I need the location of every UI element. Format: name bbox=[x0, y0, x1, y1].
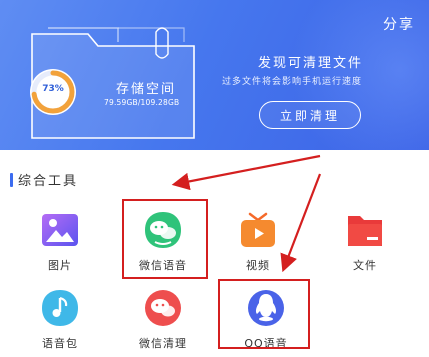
promo-title: 发现可清理文件 bbox=[258, 56, 364, 71]
section-accent-bar bbox=[10, 173, 13, 187]
tool-files[interactable]: 文件 bbox=[320, 210, 410, 280]
storage-title: 存储空间 bbox=[116, 82, 177, 97]
tool-voice-package[interactable]: 语音包 bbox=[15, 288, 105, 357]
tool-label: 视频 bbox=[246, 259, 270, 272]
clean-now-button[interactable]: 立即清理 bbox=[259, 101, 361, 129]
highlight-box-qq-voice bbox=[218, 279, 310, 349]
tool-video[interactable]: 视频 bbox=[213, 210, 303, 280]
image-gallery-icon bbox=[42, 214, 78, 246]
wechat-clean-icon bbox=[145, 290, 181, 326]
storage-usage: 79.59GB/109.28GB bbox=[104, 98, 180, 107]
tool-wechat-clean[interactable]: 微信清理 bbox=[118, 288, 208, 357]
tool-label: 文件 bbox=[353, 259, 377, 272]
section-title: 综合工具 bbox=[18, 174, 79, 189]
folder-file-icon bbox=[348, 216, 382, 246]
highlight-box-wechat-voice bbox=[122, 199, 208, 279]
tool-label: 语音包 bbox=[42, 337, 78, 350]
tool-label: 图片 bbox=[48, 259, 72, 272]
arrow-to-wechat-voice bbox=[171, 154, 321, 191]
tool-images[interactable]: 图片 bbox=[15, 210, 105, 280]
header-banner: 73% 存储空间 79.59GB/109.28GB 分享 发现可清理文件 过多文… bbox=[0, 0, 429, 150]
share-button[interactable]: 分享 bbox=[383, 14, 415, 34]
promo-subtitle: 过多文件将会影响手机运行速度 bbox=[222, 77, 363, 87]
storage-percent: 73% bbox=[42, 84, 64, 94]
video-tv-icon bbox=[241, 212, 275, 247]
tool-label: 微信清理 bbox=[139, 337, 187, 350]
voice-package-icon bbox=[42, 290, 78, 326]
